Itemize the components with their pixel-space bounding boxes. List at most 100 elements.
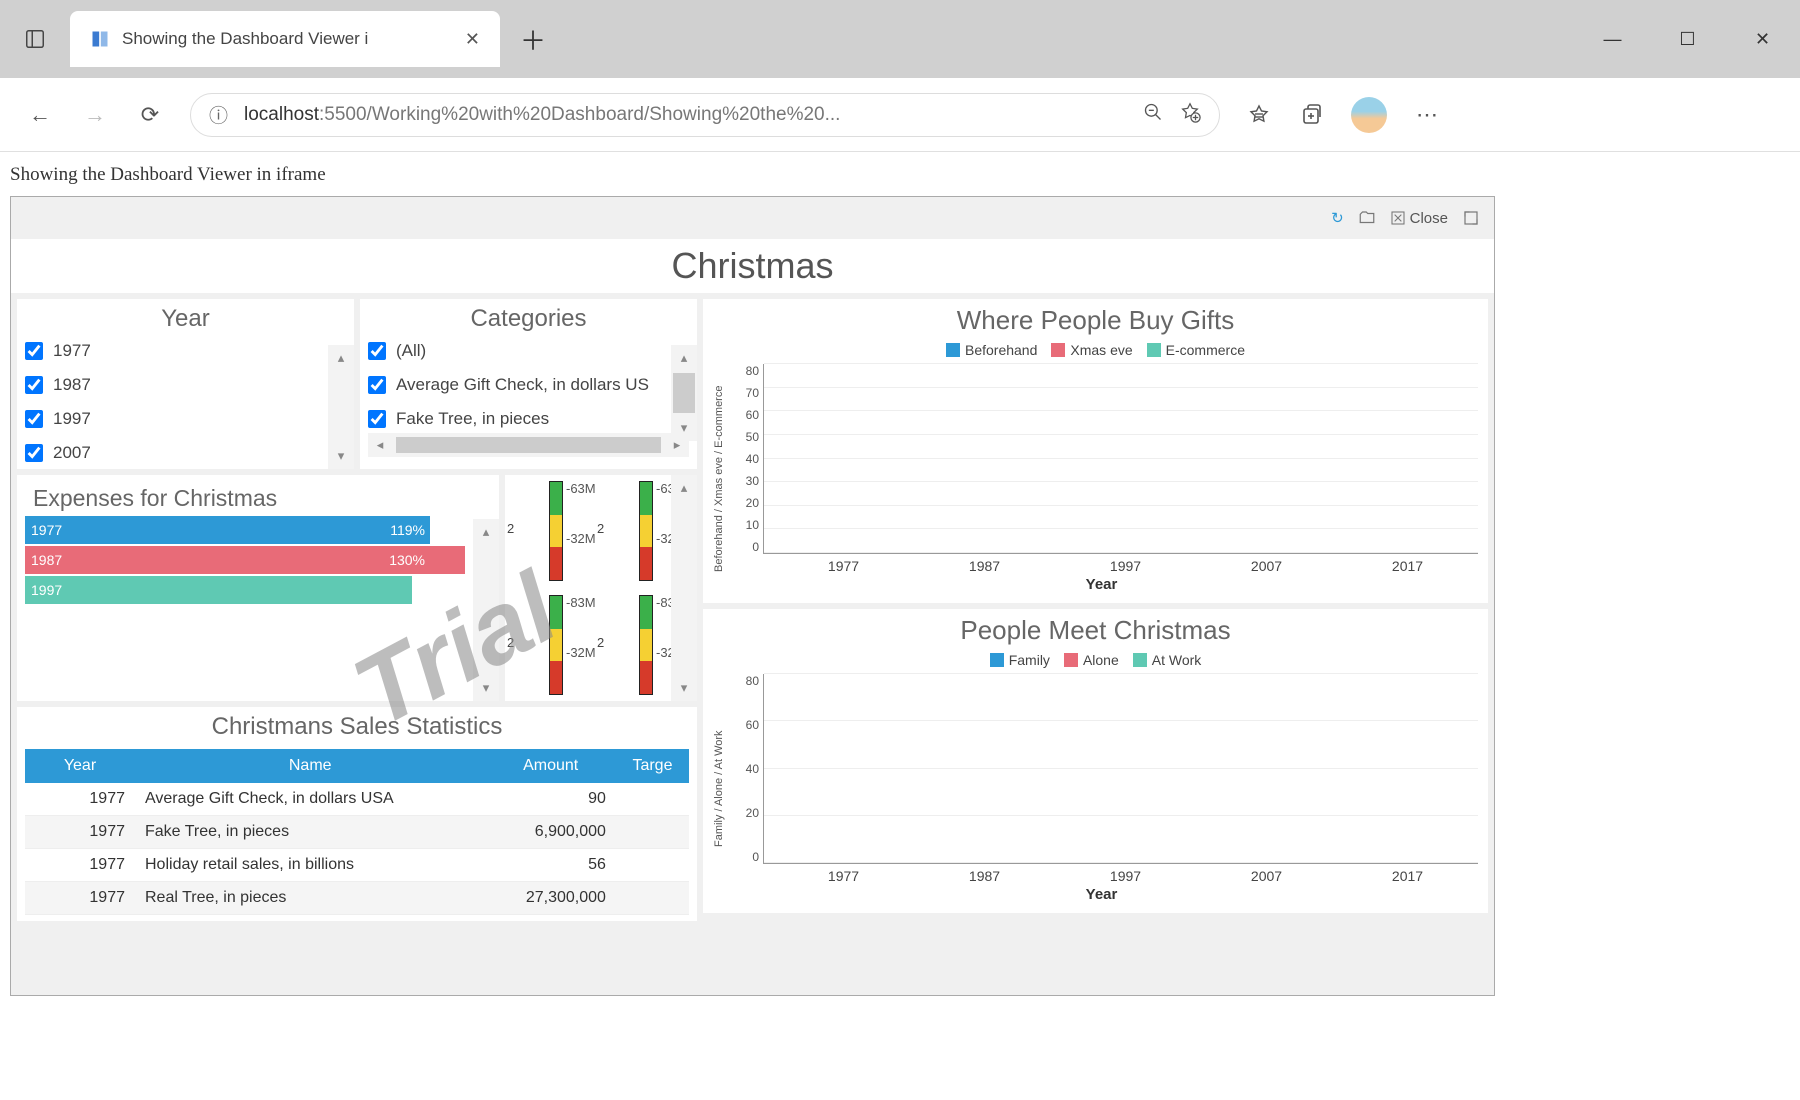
x-axis-label: Year (725, 886, 1478, 903)
dashboard-toolbar: ↻ Close (11, 197, 1494, 239)
year-checkbox[interactable] (25, 376, 43, 394)
scroll-down-icon[interactable]: ▾ (671, 675, 697, 701)
address-bar: ← → ⟳ ⓘ localhost:5500/Working%20with%20… (0, 78, 1800, 152)
x-axis-label: Year (725, 576, 1478, 593)
favorites-icon[interactable] (1245, 101, 1273, 129)
url-host: localhost (244, 104, 319, 125)
gauges-scrollbar[interactable]: ▴ ▾ (671, 475, 697, 701)
table-header[interactable]: Amount (485, 749, 616, 783)
scroll-up-icon[interactable]: ▴ (473, 519, 499, 545)
scroll-down-icon[interactable]: ▾ (473, 675, 499, 701)
url-input[interactable]: ⓘ localhost:5500/Working%20with%20Dashbo… (190, 93, 1220, 137)
page-heading: Showing the Dashboard Viewer in iframe (10, 164, 1790, 186)
forward-button[interactable]: → (80, 100, 110, 130)
legend-item[interactable]: At Work (1133, 652, 1202, 668)
x-axis: 19771987199720072017 (773, 868, 1478, 884)
legend-item[interactable]: Xmas eve (1051, 342, 1132, 358)
chart-plot (763, 364, 1478, 554)
url-path: :5500/Working%20with%20Dashboard/Showing… (319, 104, 840, 125)
chart-title: People Meet Christmas (713, 615, 1478, 646)
back-button[interactable]: ← (25, 100, 55, 130)
y-axis: 01020304050607080 (725, 364, 763, 554)
scroll-down-icon[interactable]: ▾ (328, 443, 354, 469)
browser-tab[interactable]: Showing the Dashboard Viewer i ✕ (70, 11, 500, 67)
table-header[interactable]: Year (25, 749, 135, 783)
legend-item[interactable]: Family (990, 652, 1050, 668)
category-filter-item[interactable]: Average Gift Check, in dollars US (368, 375, 659, 395)
cat-scrollbar[interactable]: ▴ ▾ (671, 345, 697, 441)
year-filter-item[interactable]: 2007 (25, 443, 316, 463)
table-row[interactable]: 1977Fake Tree, in pieces6,900,000 (25, 816, 689, 849)
fullscreen-icon[interactable] (1462, 209, 1480, 227)
gauges-panel: 2-63M-32M 2-83M-32M 2-63M-32M 2-83M-32M … (505, 475, 697, 701)
category-checkbox[interactable] (368, 410, 386, 428)
scroll-up-icon[interactable]: ▴ (671, 475, 697, 501)
expense-bar: 1997 (25, 576, 465, 604)
year-checkbox[interactable] (25, 342, 43, 360)
zoom-icon[interactable] (1143, 102, 1163, 128)
legend-item[interactable]: E-commerce (1147, 342, 1245, 358)
chart-people-meet-christmas: People Meet ChristmasFamilyAloneAt WorkF… (703, 609, 1488, 913)
table-row[interactable]: 1977Average Gift Check, in dollars USA90 (25, 783, 689, 816)
chart-plot (763, 674, 1478, 864)
minimize-button[interactable]: — (1575, 0, 1650, 78)
y-axis-label: Beforehand / Xmas eve / E-commerce (713, 364, 725, 593)
tab-actions-icon[interactable] (0, 0, 70, 78)
category-checkbox[interactable] (368, 342, 386, 360)
site-info-icon[interactable]: ⓘ (209, 101, 228, 128)
new-tab-button[interactable]: ＋ (500, 21, 566, 58)
close-tab-icon[interactable]: ✕ (465, 29, 480, 50)
year-filter-title: Year (25, 305, 346, 333)
maximize-button[interactable]: ☐ (1650, 0, 1725, 78)
table-row[interactable]: 1977Holiday retail sales, in billions56 (25, 849, 689, 882)
scroll-up-icon[interactable]: ▴ (671, 345, 697, 371)
refresh-icon[interactable]: ↻ (1331, 209, 1344, 227)
year-scrollbar[interactable]: ▴ ▾ (328, 345, 354, 469)
expenses-scrollbar[interactable]: ▴ ▾ (473, 519, 499, 701)
close-window-button[interactable]: ✕ (1725, 0, 1800, 78)
category-filter-item[interactable]: (All) (368, 341, 659, 361)
year-filter-item[interactable]: 1997 (25, 409, 316, 429)
page-content: Showing the Dashboard Viewer in iframe ↻… (0, 152, 1800, 1100)
tab-title: Showing the Dashboard Viewer i (122, 29, 453, 49)
window-controls: — ☐ ✕ (1575, 0, 1800, 78)
year-checkbox[interactable] (25, 444, 43, 462)
categories-filter-panel: Categories (All) Average Gift Check, in d… (360, 299, 697, 469)
category-checkbox[interactable] (368, 376, 386, 394)
cat-h-scrollbar[interactable]: ◂▸ (368, 433, 689, 457)
scroll-up-icon[interactable]: ▴ (328, 345, 354, 371)
year-filter-item[interactable]: 1987 (25, 375, 316, 395)
favicon-icon (90, 29, 110, 49)
chart-legend: Beforehand Xmas eve E-commerce (713, 342, 1478, 358)
reload-button[interactable]: ⟳ (135, 100, 165, 130)
stats-table-panel: Christmans Sales Statistics YearNameAmou… (17, 707, 697, 921)
favorite-add-icon[interactable] (1179, 101, 1201, 129)
close-button[interactable]: Close (1390, 210, 1448, 227)
gauge-group: 2-63M-32M 2-83M-32M (511, 481, 601, 695)
y-axis: 020406080 (725, 674, 763, 864)
stats-table: YearNameAmountTarge 1977Average Gift Che… (25, 749, 689, 915)
open-icon[interactable] (1358, 209, 1376, 227)
table-header[interactable]: Name (135, 749, 485, 783)
chart-title: Where People Buy Gifts (713, 305, 1478, 336)
scroll-down-icon[interactable]: ▾ (671, 415, 697, 441)
legend-item[interactable]: Beforehand (946, 342, 1037, 358)
expenses-panel: Expenses for Christmas 1977119%1987130%1… (17, 475, 499, 701)
collections-icon[interactable] (1298, 101, 1326, 129)
table-header[interactable]: Targe (616, 749, 689, 783)
legend-item[interactable]: Alone (1064, 652, 1119, 668)
browser-titlebar: Showing the Dashboard Viewer i ✕ ＋ — ☐ ✕ (0, 0, 1800, 78)
more-menu-button[interactable]: ⋯ (1412, 100, 1442, 130)
expense-bar: 1987130% (25, 546, 465, 574)
chart-where-people-buy-gifts: Where People Buy Gifts Beforehand Xmas eve… (703, 299, 1488, 603)
year-checkbox[interactable] (25, 410, 43, 428)
profile-avatar[interactable] (1351, 97, 1387, 133)
year-filter-item[interactable]: 1977 (25, 341, 316, 361)
dashboard-iframe: ↻ Close Christmas Year (10, 196, 1495, 996)
table-row[interactable]: 1977Real Tree, in pieces27,300,000 (25, 882, 689, 915)
year-filter-panel: Year 1977 1987 1997 2007 ▴ ▾ (17, 299, 354, 469)
categories-filter-title: Categories (368, 305, 689, 333)
category-filter-item[interactable]: Fake Tree, in pieces (368, 409, 659, 429)
x-axis: 19771987199720072017 (773, 558, 1478, 574)
stats-table-title: Christmans Sales Statistics (25, 713, 689, 741)
